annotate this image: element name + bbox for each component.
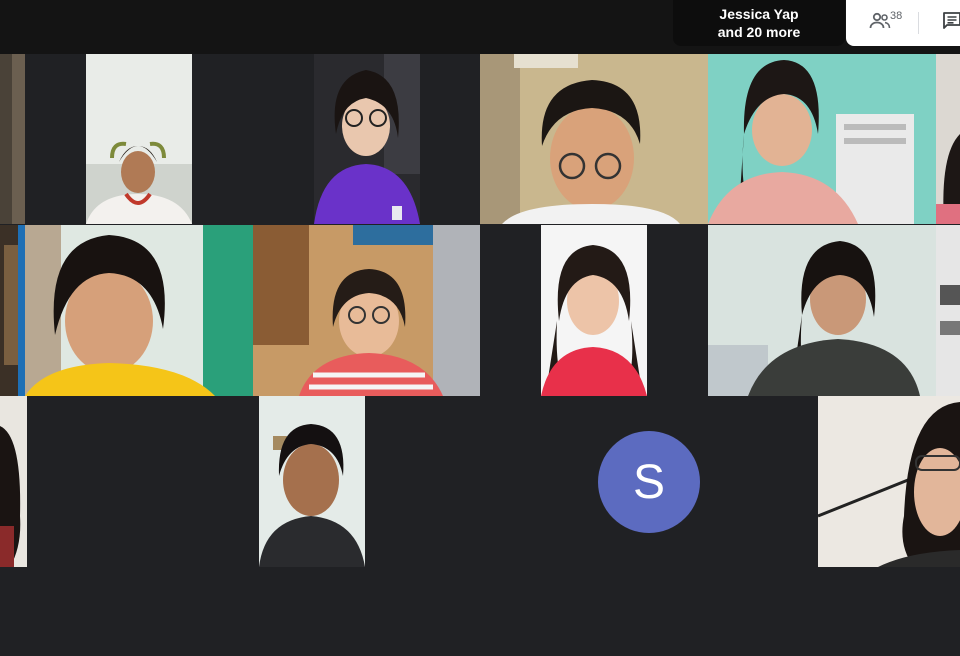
video-tile[interactable] [541, 225, 647, 396]
presenter-more: and 20 more [717, 24, 801, 40]
video-tile[interactable] [936, 54, 960, 224]
video-tile[interactable] [314, 54, 420, 224]
bottom-area [0, 567, 960, 656]
video-tile[interactable] [708, 225, 936, 396]
people-icon [868, 9, 892, 38]
participant-avatar: S [598, 431, 700, 533]
video-tile[interactable] [480, 54, 708, 224]
video-tile[interactable] [0, 225, 25, 396]
video-tile[interactable] [0, 54, 25, 224]
presenter-chip[interactable]: Jessica Yap and 20 more [673, 0, 845, 46]
video-tile[interactable] [708, 54, 936, 224]
chat-icon [940, 9, 960, 38]
meeting-controls: 38 [846, 0, 960, 46]
video-tile[interactable] [259, 396, 365, 567]
video-tile[interactable] [253, 225, 480, 396]
video-tile[interactable] [818, 396, 960, 567]
presenter-name: Jessica Yap [719, 6, 799, 22]
video-tile[interactable] [936, 225, 960, 396]
controls-divider [918, 12, 919, 34]
video-tile[interactable] [0, 396, 27, 567]
people-count: 38 [890, 10, 903, 22]
chat-button[interactable] [932, 8, 960, 38]
avatar-initial: S [632, 455, 665, 509]
video-tile[interactable] [25, 225, 253, 396]
video-tile[interactable] [86, 54, 192, 224]
